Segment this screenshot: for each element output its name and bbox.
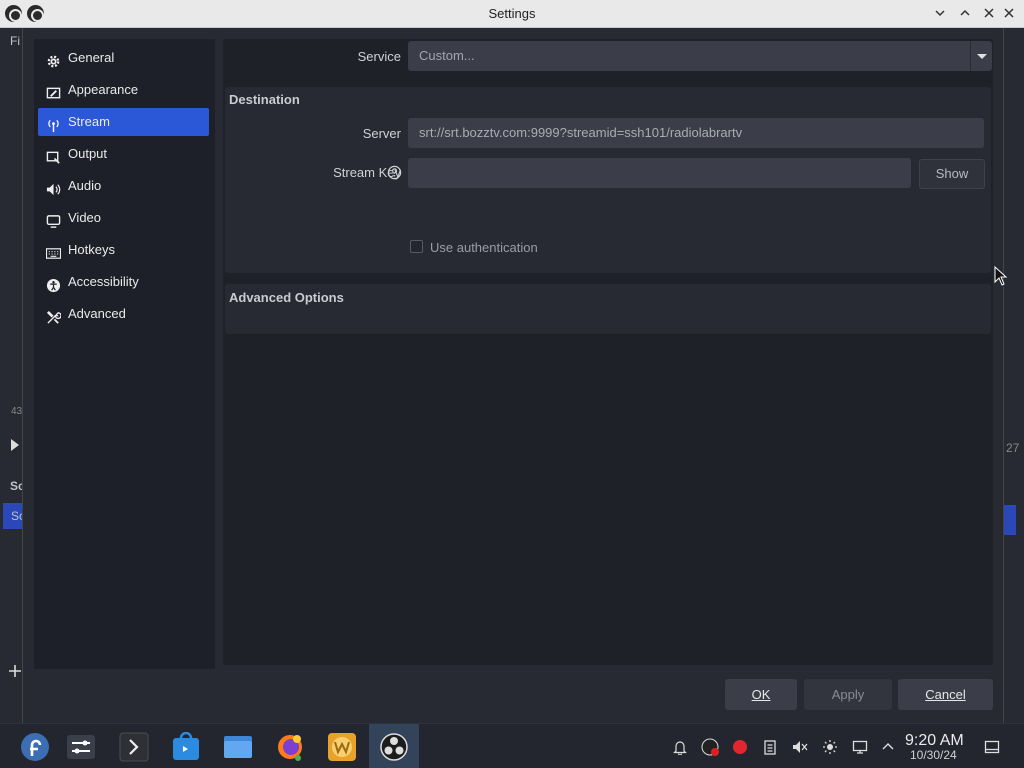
sidebar-item-label: Audio (68, 178, 102, 193)
chevron-down-icon (970, 41, 992, 71)
obs-taskbar-icon[interactable] (369, 724, 419, 768)
software-center-icon[interactable] (161, 724, 211, 768)
w-app-icon[interactable] (317, 724, 367, 768)
settings-dialog: General Appearance Stream Output Audio V… (22, 28, 1004, 723)
maximize-icon[interactable] (955, 4, 975, 24)
background-close-icon[interactable] (999, 4, 1019, 24)
appearance-icon (46, 83, 61, 99)
firefox-icon[interactable] (265, 724, 315, 768)
server-input[interactable]: srt://srt.bozztv.com:9999?streamid=ssh10… (408, 118, 984, 148)
advanced-options-title[interactable]: Advanced Options (229, 290, 344, 305)
cancel-button[interactable]: Cancel (898, 679, 993, 710)
background-number-right: 27 (1006, 441, 1020, 455)
stream-settings-panel: Service Custom... Destination Server srt… (223, 39, 993, 665)
ok-button[interactable]: OK (725, 679, 797, 710)
show-desktop-icon[interactable] (982, 737, 1002, 757)
window-title: Settings (488, 6, 536, 21)
clipboard-icon[interactable] (760, 737, 780, 757)
service-select-value: Custom... (419, 48, 475, 63)
destination-title: Destination (229, 92, 300, 107)
sidebar-item-label: Output (68, 146, 108, 161)
sidebar-item-label: General (68, 50, 115, 65)
sidebar-item-general[interactable]: General (38, 44, 209, 72)
settings-app-icon[interactable] (56, 724, 106, 768)
background-right-item (1004, 505, 1016, 535)
keyboard-icon (45, 243, 62, 259)
sidebar-item-label: Hotkeys (68, 242, 115, 257)
mouse-cursor-icon (994, 265, 1008, 286)
record-icon[interactable] (730, 737, 750, 757)
sidebar-item-accessibility[interactable]: Accessibility (38, 268, 209, 296)
destination-section: Destination Server srt://srt.bozztv.com:… (225, 87, 991, 273)
monitor-icon (46, 211, 61, 228)
sidebar-item-label: Accessibility (68, 274, 139, 289)
apply-button[interactable]: Apply (804, 679, 892, 710)
server-label: Server (362, 126, 401, 141)
accessibility-icon (46, 275, 61, 293)
fedora-icon[interactable] (10, 724, 60, 768)
show-key-button[interactable]: Show (919, 159, 985, 189)
sidebar-item-audio[interactable]: Audio (38, 172, 209, 200)
sidebar-item-hotkeys[interactable]: Hotkeys (38, 236, 209, 264)
output-icon (46, 147, 61, 164)
stream-key-label-row: Stream Key (285, 165, 401, 180)
service-select[interactable]: Custom... (408, 41, 992, 71)
tools-icon (46, 307, 62, 324)
sidebar-item-output[interactable]: Output (38, 140, 209, 168)
gear-icon (46, 51, 61, 68)
taskbar (0, 723, 1024, 768)
sidebar-item-label: Advanced (68, 306, 126, 321)
antenna-icon (46, 115, 61, 133)
close-icon[interactable] (979, 4, 999, 24)
cancel-button-label: Cancel (925, 687, 966, 702)
background-window-left (0, 28, 22, 723)
use-authentication-label[interactable]: Use authentication (430, 240, 538, 255)
background-number-left: 43 (11, 406, 23, 417)
file-manager-icon[interactable] (213, 724, 263, 768)
server-input-value: srt://srt.bozztv.com:9999?streamid=ssh10… (419, 125, 743, 140)
brightness-icon[interactable] (820, 737, 840, 757)
background-window-right (1004, 28, 1024, 723)
use-authentication-checkbox[interactable] (410, 240, 423, 253)
clock-date[interactable]: 10/30/24 (910, 748, 957, 762)
add-icon (8, 664, 22, 678)
service-label: Service (357, 49, 401, 64)
network-icon[interactable] (850, 737, 870, 757)
show-hidden-icons-icon[interactable] (878, 737, 898, 757)
obs-recording-tray-icon[interactable] (700, 737, 720, 757)
title-bar: Settings (0, 0, 1024, 28)
advanced-options-section: Advanced Options (225, 284, 991, 334)
stream-key-input[interactable] (408, 158, 911, 188)
notifications-bell-icon[interactable] (670, 737, 690, 757)
play-icon (10, 438, 20, 454)
sidebar-item-label: Stream (68, 114, 110, 129)
sidebar-item-label: Video (68, 210, 102, 225)
volume-muted-icon[interactable] (790, 737, 810, 757)
terminal-icon[interactable] (109, 724, 159, 768)
minimize-icon[interactable] (930, 4, 950, 24)
background-menu-text: Fi (10, 34, 20, 48)
sidebar-item-stream[interactable]: Stream (38, 108, 209, 136)
sidebar-item-appearance[interactable]: Appearance (38, 76, 209, 104)
sidebar-item-advanced[interactable]: Advanced (38, 300, 209, 328)
help-icon[interactable] (387, 165, 402, 180)
settings-sidebar: General Appearance Stream Output Audio V… (34, 39, 215, 669)
ok-button-label: OK (751, 687, 771, 702)
sidebar-item-label: Appearance (68, 82, 139, 97)
sidebar-item-video[interactable]: Video (38, 204, 209, 232)
apply-button-label: Apply (831, 687, 865, 702)
speaker-icon (46, 179, 61, 196)
show-key-button-label: Show (935, 166, 969, 181)
